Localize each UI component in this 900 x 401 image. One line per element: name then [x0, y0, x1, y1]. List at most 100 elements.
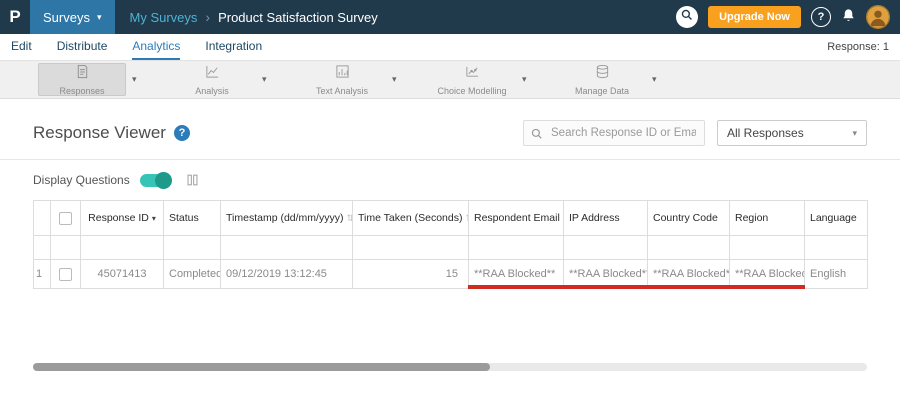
filter-cell[interactable]	[352, 235, 469, 260]
all-responses-dropdown[interactable]: All Responses ▾	[717, 120, 867, 146]
col-status: Status	[163, 200, 221, 236]
display-questions-label: Display Questions	[33, 173, 130, 187]
header-actions: Upgrade Now ?	[676, 5, 900, 29]
surveys-label: Surveys	[43, 9, 90, 25]
avatar[interactable]	[866, 5, 890, 29]
tab-integration[interactable]: Integration	[205, 34, 262, 60]
ribbon-item-analysis[interactable]: Analysis	[168, 63, 256, 96]
filter-cell[interactable]	[468, 235, 564, 260]
response-search	[523, 120, 705, 146]
col-country-code: Country Code	[647, 200, 730, 236]
filter-cell[interactable]	[220, 235, 353, 260]
questionpro-logo[interactable]: P	[0, 7, 30, 27]
annotation-red-underline	[468, 285, 805, 289]
horizontal-scrollbar-thumb[interactable]	[33, 363, 490, 371]
search-icon	[681, 8, 693, 26]
search-icon	[531, 127, 543, 145]
help-button[interactable]: ?	[811, 7, 831, 27]
chevron-down-icon[interactable]: ▾	[132, 74, 140, 85]
chevron-down-icon[interactable]: ▾	[522, 74, 530, 85]
display-questions-toggle[interactable]	[139, 171, 172, 189]
horizontal-scrollbar-track[interactable]	[33, 363, 867, 371]
filter-cell[interactable]	[729, 235, 805, 260]
columns-icon[interactable]	[186, 173, 199, 187]
table-header-row: Response ID ▾ Status Timestamp (dd/mm/yyy…	[33, 200, 868, 236]
status-cell: Completed	[163, 259, 221, 289]
ribbon-item-responses[interactable]: Responses	[38, 63, 126, 96]
rownum-header	[33, 200, 51, 236]
chevron-down-icon[interactable]: ▾	[262, 74, 270, 85]
text-analysis-icon	[335, 64, 350, 84]
ribbon-label: Text Analysis	[315, 85, 369, 96]
select-all-checkbox[interactable]	[59, 211, 72, 225]
filter-cell[interactable]	[647, 235, 730, 260]
viewer-help-button[interactable]: ?	[173, 125, 190, 141]
toggle-knob	[154, 171, 172, 189]
ribbon-item-choice-modelling[interactable]: Choice Modelling	[428, 63, 516, 96]
col-label: Response ID	[88, 212, 149, 224]
all-responses-label: All Responses	[727, 126, 804, 140]
filter-cell[interactable]	[80, 235, 164, 260]
filter-cell[interactable]	[163, 235, 221, 260]
notifications-button[interactable]	[841, 7, 856, 28]
breadcrumb-current-survey: Product Satisfaction Survey	[218, 9, 378, 25]
time-taken-cell: 15	[352, 259, 469, 289]
responses-icon	[75, 64, 90, 84]
upgrade-now-button[interactable]: Upgrade Now	[708, 6, 801, 28]
chevron-down-icon: ▾	[852, 127, 857, 138]
ribbon-group-text-analysis: Text Analysis ▾	[298, 63, 400, 96]
ribbon-item-manage-data[interactable]: Manage Data	[558, 63, 646, 96]
ribbon-label: Manage Data	[574, 85, 630, 96]
chevron-down-icon[interactable]: ▾	[392, 74, 400, 85]
survey-nav-tabs: Edit Distribute Analytics Integration Re…	[0, 34, 900, 60]
filter-cell[interactable]	[804, 235, 868, 260]
col-time-taken[interactable]: Time Taken (Seconds)⇅	[352, 200, 469, 236]
timestamp-cell: 09/12/2019 13:12:45	[220, 259, 353, 289]
chevron-down-icon[interactable]: ▾	[652, 74, 660, 85]
surveys-dropdown[interactable]: Surveys ▾	[30, 0, 115, 34]
filter-cell	[50, 235, 81, 260]
ribbon-group-responses: Responses ▾	[38, 63, 140, 96]
ribbon-group-manage-data: Manage Data ▾	[558, 63, 660, 96]
analytics-ribbon: Responses ▾ Analysis ▾ Text Analysis ▾ C…	[0, 60, 900, 99]
question-mark-icon: ?	[817, 11, 825, 23]
responses-table: Response ID ▾ Status Timestamp (dd/mm/yyy…	[33, 200, 868, 289]
filter-cell[interactable]	[563, 235, 648, 260]
col-ip-address: IP Address	[563, 200, 648, 236]
ribbon-group-analysis: Analysis ▾	[168, 63, 270, 96]
global-search-button[interactable]	[676, 6, 699, 28]
search-input[interactable]	[523, 120, 705, 146]
analysis-chart-icon	[205, 64, 220, 84]
top-header: P Surveys ▾ My Surveys › Product Satisfa…	[0, 0, 900, 34]
sort-icon: ⇅	[346, 213, 351, 223]
tab-distribute[interactable]: Distribute	[57, 34, 108, 60]
sort-desc-icon: ▾	[151, 214, 156, 223]
col-response-id[interactable]: Response ID ▾	[80, 200, 164, 236]
choice-modelling-icon	[465, 64, 480, 84]
breadcrumb-my-surveys[interactable]: My Surveys	[130, 10, 198, 25]
select-all-cell	[50, 200, 81, 236]
database-icon	[595, 64, 610, 84]
bell-icon	[841, 7, 856, 28]
filter-cell	[33, 235, 51, 260]
tab-edit[interactable]: Edit	[11, 34, 32, 60]
breadcrumb: My Surveys › Product Satisfaction Survey	[130, 9, 378, 25]
row-checkbox[interactable]	[59, 267, 72, 281]
row-number: 1	[33, 259, 51, 289]
response-id-link[interactable]: 45071413	[80, 259, 164, 289]
ribbon-item-text-analysis[interactable]: Text Analysis	[298, 63, 386, 96]
responses-table-wrap: Response ID ▾ Status Timestamp (dd/mm/yyy…	[33, 200, 868, 289]
ribbon-label: Analysis	[195, 85, 229, 96]
col-respondent-email: Respondent Email	[468, 200, 564, 236]
viewer-controls: All Responses ▾	[523, 120, 867, 146]
tab-analytics[interactable]: Analytics	[132, 34, 181, 60]
viewer-header-row: Response Viewer ? All Responses ▾	[0, 99, 900, 146]
breadcrumb-separator-icon: ›	[205, 9, 211, 25]
col-language: Language	[804, 200, 868, 236]
display-questions-row: Display Questions	[0, 160, 900, 189]
ribbon-label: Choice Modelling	[437, 85, 507, 96]
col-label: Time Taken (Seconds)	[358, 212, 463, 224]
ribbon-group-choice-modelling: Choice Modelling ▾	[428, 63, 530, 96]
col-timestamp[interactable]: Timestamp (dd/mm/yyyy)⇅	[220, 200, 353, 236]
response-count: Response: 1	[827, 41, 889, 53]
